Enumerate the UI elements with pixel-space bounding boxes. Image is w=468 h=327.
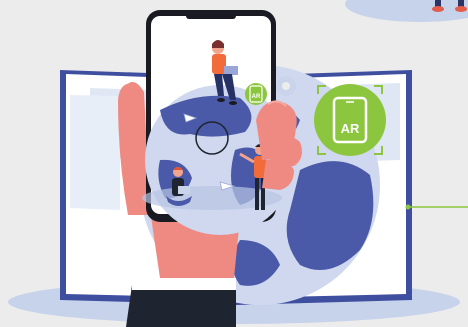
ar-badge-small-label: AR [252, 94, 261, 100]
ar-badge-large-label: AR [341, 121, 360, 136]
top-right-figure [345, 0, 468, 22]
ar-book-illustration: AR AR [0, 0, 468, 327]
sleeve [126, 285, 236, 327]
connector-line [405, 204, 468, 210]
ar-badge-large: AR [314, 84, 386, 156]
phone-notch [186, 13, 236, 19]
illustration-canvas: AR AR [8, 0, 468, 327]
ar-badge-small: AR [245, 83, 267, 105]
gear-icon [276, 76, 296, 96]
